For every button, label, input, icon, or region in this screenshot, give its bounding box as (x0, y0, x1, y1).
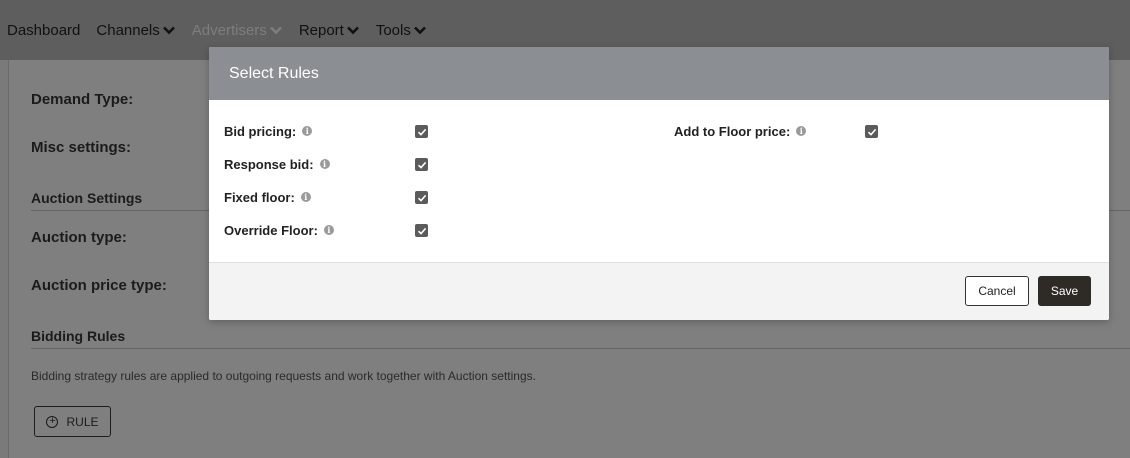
bid-pricing-checkbox[interactable] (415, 125, 428, 138)
bidding-rules-help: Bidding strategy rules are applied to ou… (31, 369, 536, 383)
add-to-floor-price-checkbox[interactable] (865, 125, 878, 138)
nav-advertisers[interactable]: Advertisers (192, 22, 283, 39)
info-icon[interactable]: i (323, 225, 334, 235)
demand-type-label: Demand Type: (31, 91, 134, 108)
nav-channels-label: Channels (96, 21, 160, 39)
chevron-down-icon (162, 23, 176, 37)
add-rule-label: RULE (66, 414, 99, 429)
rule-row-response-bid: Response bid: i (224, 155, 330, 173)
response-bid-checkbox[interactable] (415, 158, 428, 171)
section-divider (31, 348, 1130, 349)
rule-label: Response bid: (224, 156, 314, 172)
nav-report[interactable]: Report (299, 22, 360, 39)
rule-row-fixed-floor: Fixed floor: i (224, 188, 311, 206)
info-icon[interactable]: i (796, 126, 807, 136)
check-icon (417, 227, 426, 235)
rule-row-bid-pricing: Bid pricing: i (224, 122, 313, 140)
bidding-rules-title: Bidding Rules (31, 328, 126, 344)
nav-dashboard[interactable]: Dashboard (7, 22, 80, 39)
nav-advertisers-label: Advertisers (191, 21, 267, 39)
modal-title: Select Rules (229, 64, 319, 82)
cancel-button[interactable]: Cancel (965, 276, 1029, 306)
check-icon (417, 161, 426, 169)
nav-channels[interactable]: Channels (96, 22, 175, 39)
check-icon (417, 194, 426, 202)
fixed-floor-checkbox[interactable] (415, 191, 428, 204)
chevron-down-icon (346, 23, 360, 37)
chevron-down-icon (269, 23, 283, 37)
modal-header: Select Rules (209, 47, 1109, 100)
auction-price-type-label: Auction price type: (31, 277, 167, 294)
rule-row-override-floor: Override Floor: i (224, 221, 334, 239)
plus-circle-icon: + (46, 415, 59, 428)
info-icon[interactable]: i (300, 192, 311, 202)
auction-type-label: Auction type: (31, 229, 127, 246)
check-icon (417, 128, 426, 136)
rule-label: Add to Floor price: (674, 123, 791, 139)
nav-dashboard-label: Dashboard (7, 21, 81, 39)
rule-row-add-to-floor-price: Add to Floor price: i (674, 122, 807, 140)
misc-settings-label: Misc settings: (31, 139, 132, 156)
check-icon (867, 128, 876, 136)
select-rules-modal: Select Rules Bid pricing: i Response bid… (209, 47, 1109, 320)
override-floor-checkbox[interactable] (415, 224, 428, 237)
rule-label: Bid pricing: (224, 123, 297, 139)
add-rule-button[interactable]: + RULE (34, 406, 111, 437)
nav-report-label: Report (298, 21, 344, 39)
auction-settings-title: Auction Settings (31, 190, 143, 206)
rule-label: Override Floor: (224, 222, 318, 238)
rule-label: Fixed floor: (224, 189, 295, 205)
chevron-down-icon (413, 23, 427, 37)
modal-footer: Cancel Save (209, 262, 1109, 320)
modal-body: Bid pricing: i Response bid: i Fixed flo… (209, 100, 1109, 262)
nav-tools-label: Tools (375, 21, 411, 39)
info-icon[interactable]: i (302, 126, 313, 136)
nav-tools[interactable]: Tools (376, 22, 427, 39)
info-icon[interactable]: i (319, 159, 330, 169)
save-button[interactable]: Save (1038, 276, 1091, 306)
